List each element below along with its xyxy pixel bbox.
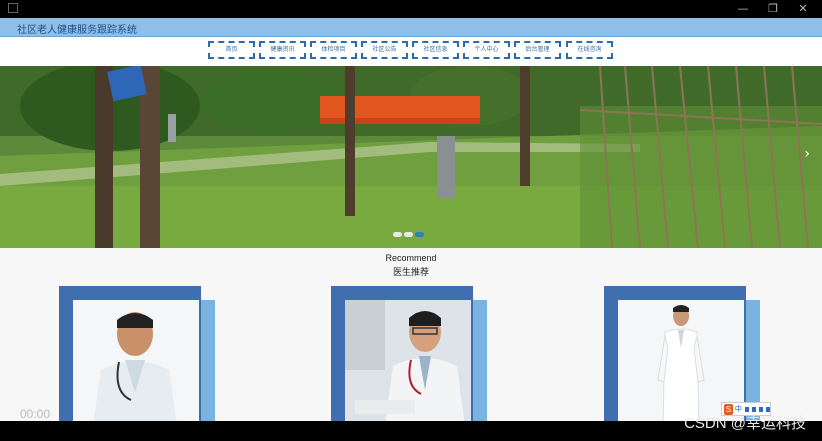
banner-carousel[interactable]: › bbox=[0, 66, 822, 248]
chevron-right-icon[interactable]: › bbox=[804, 146, 810, 162]
doctor-photo bbox=[345, 300, 471, 421]
ime-punctuation-icon[interactable] bbox=[744, 406, 749, 412]
nav-item-health-news[interactable]: 健康资讯 bbox=[259, 41, 306, 59]
nav-item-home[interactable]: 首页 bbox=[208, 41, 255, 59]
close-button[interactable]: ✕ bbox=[788, 0, 818, 18]
doctor-card[interactable] bbox=[331, 286, 491, 421]
banner-park-image bbox=[0, 66, 822, 248]
section-title-zh: 医生推荐 bbox=[392, 267, 429, 277]
watermark: CSDN @幸运科技 bbox=[684, 415, 806, 432]
ime-voice-icon[interactable] bbox=[751, 406, 756, 412]
card-accent bbox=[473, 300, 487, 421]
maximize-button[interactable]: ❐ bbox=[758, 0, 788, 18]
web-viewport: 社区老人健康服务跟踪系统 首页 健康资讯 体检项目 社区公告 社区信息 个人中心… bbox=[0, 18, 822, 421]
ime-keyboard-icon[interactable] bbox=[758, 406, 763, 412]
site-title: 社区老人健康服务跟踪系统 bbox=[17, 25, 137, 36]
window-controls: — ❐ ✕ bbox=[728, 0, 818, 18]
nav-item-consult[interactable]: 在线咨询 bbox=[566, 41, 613, 59]
window-titlebar: — ❐ ✕ bbox=[0, 0, 822, 18]
window-app-icon bbox=[8, 3, 18, 13]
main-nav: 首页 健康资讯 体检项目 社区公告 社区信息 个人中心 后台管理 在线咨询 bbox=[0, 37, 822, 66]
minimize-button[interactable]: — bbox=[728, 0, 758, 18]
site-header: 社区老人健康服务跟踪系统 bbox=[0, 18, 822, 37]
playback-time: 00:00 bbox=[20, 407, 51, 421]
doctor-card[interactable] bbox=[604, 286, 764, 421]
section-title-en: Recommend bbox=[385, 253, 437, 263]
doctor-card[interactable] bbox=[59, 286, 219, 421]
nav-item-admin[interactable]: 后台管理 bbox=[514, 41, 561, 59]
card-accent bbox=[201, 300, 215, 421]
carousel-dot[interactable] bbox=[404, 232, 413, 237]
carousel-dot-active[interactable] bbox=[415, 232, 424, 237]
nav-item-announcements[interactable]: 社区公告 bbox=[361, 41, 408, 59]
doctor-photo bbox=[73, 300, 199, 421]
carousel-dot[interactable] bbox=[393, 232, 402, 237]
carousel-indicators bbox=[393, 232, 426, 237]
nav-item-personal-center[interactable]: 个人中心 bbox=[463, 41, 510, 59]
nav-item-checkup[interactable]: 体检项目 bbox=[310, 41, 357, 59]
app-window: — ❐ ✕ 社区老人健康服务跟踪系统 首页 健康资讯 体检项目 社区公告 社区信… bbox=[0, 0, 822, 441]
nav-item-community-info[interactable]: 社区信息 bbox=[412, 41, 459, 59]
ime-menu-icon[interactable] bbox=[765, 406, 770, 412]
